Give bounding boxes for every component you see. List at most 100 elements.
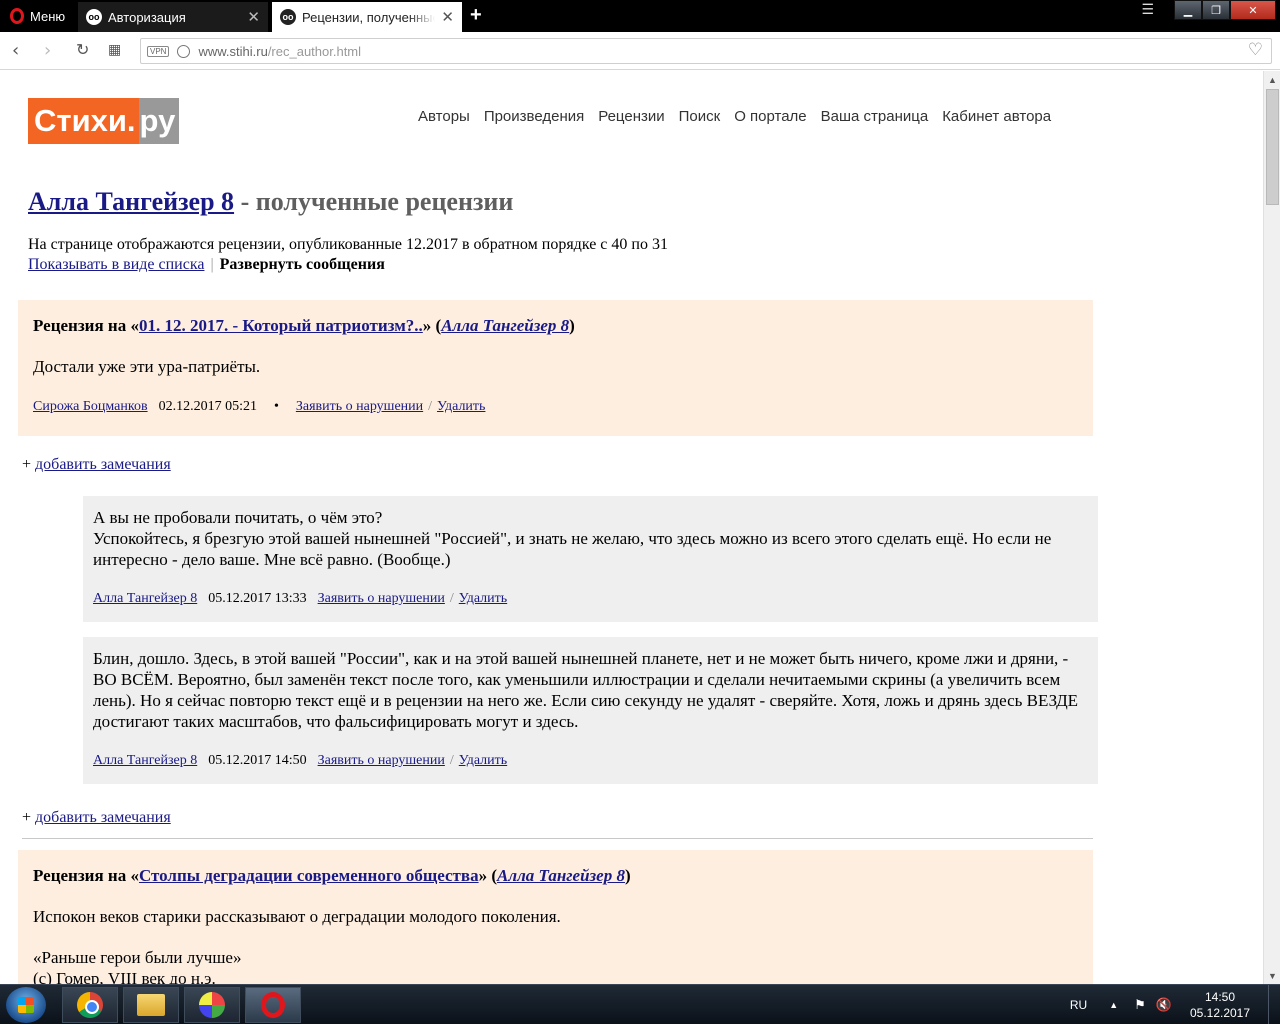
reply-text: А вы не пробовали почитать, о чём это? У… xyxy=(93,508,1052,569)
reply-author-link[interactable]: Алла Тангейзер 8 xyxy=(93,753,197,769)
work-author-link[interactable]: Алла Тангейзер 8 xyxy=(497,866,625,885)
report-link[interactable]: Заявить о нарушении xyxy=(318,753,445,769)
back-icon[interactable]: ‹ xyxy=(12,40,19,61)
work-link[interactable]: Столпы деградации современного общества xyxy=(139,866,479,885)
start-button[interactable] xyxy=(6,987,46,1023)
scroll-down-icon[interactable]: ▼ xyxy=(1264,967,1280,984)
separator: | xyxy=(210,256,214,273)
site-favicon-icon: oo xyxy=(86,9,102,25)
work-author-link[interactable]: Алла Тангейзер 8 xyxy=(441,316,569,335)
close-tab-icon[interactable]: ✕ xyxy=(247,8,260,26)
maximize-button[interactable]: ❐ xyxy=(1202,0,1230,20)
report-link[interactable]: Заявить о нарушении xyxy=(296,399,423,415)
reply-meta: Алла Тангейзер 8 05.12.2017 13:33 Заявит… xyxy=(93,591,1088,607)
reply-date: 05.12.2017 14:50 xyxy=(208,753,307,768)
page-description: На странице отображаются рецензии, опубл… xyxy=(28,236,668,253)
nav-works[interactable]: Произведения xyxy=(484,108,584,125)
action-center-flag-icon[interactable]: ⚑ xyxy=(1134,997,1146,1013)
opera-icon[interactable] xyxy=(245,987,301,1023)
reply-card: Блин, дошло. Здесь, в этой вашей "России… xyxy=(83,637,1098,784)
page-viewport: Стихи. ру Авторы Произведения Рецензии По… xyxy=(0,71,1263,984)
tab-reviews[interactable]: oo Рецензии, полученные автором ✕ xyxy=(272,2,462,32)
view-options: Показывать в виде списка | Развернуть со… xyxy=(28,256,385,274)
menu-label: Меню xyxy=(30,8,66,24)
work-link[interactable]: 01. 12. 2017. - Который патриотизм?.. xyxy=(139,316,423,335)
site-nav: Авторы Произведения Рецензии Поиск О пор… xyxy=(418,108,1051,125)
scroll-up-icon[interactable]: ▲ xyxy=(1264,71,1280,88)
reply-author-link[interactable]: Алла Тангейзер 8 xyxy=(93,591,197,607)
reply-text: Блин, дошло. Здесь, в этой вашей "России… xyxy=(93,649,1079,731)
report-link[interactable]: Заявить о нарушении xyxy=(318,591,445,607)
tab-authorization[interactable]: oo Авторизация ✕ xyxy=(78,2,268,32)
title-suffix: - полученные рецензии xyxy=(234,187,514,216)
speed-dial-icon[interactable]: ▦ xyxy=(108,42,121,58)
window-controls: ☰ ▁ ❐ ✕ xyxy=(1141,0,1276,20)
bullet: • xyxy=(273,399,279,414)
close-tab-icon[interactable]: ✕ xyxy=(441,8,454,26)
expand-messages-label: Развернуть сообщения xyxy=(219,256,385,273)
delete-link[interactable]: Удалить xyxy=(437,399,485,415)
review-card: Рецензия на «01. 12. 2017. - Который пат… xyxy=(18,300,1093,436)
language-indicator[interactable]: RU xyxy=(1070,998,1087,1012)
easy-setup-icon[interactable]: ☰ xyxy=(1141,2,1154,19)
site-logo[interactable]: Стихи. ру xyxy=(28,98,180,144)
page-title: Алла Тангейзер 8 - полученные рецензии xyxy=(28,187,513,217)
review-quote: «Раньше герои были лучше» (c) Гомер, VII… xyxy=(33,948,242,984)
review-heading: Рецензия на «01. 12. 2017. - Который пат… xyxy=(33,316,575,335)
nav-authors[interactable]: Авторы xyxy=(418,108,470,125)
close-window-button[interactable]: ✕ xyxy=(1230,0,1276,20)
scroll-thumb[interactable] xyxy=(1266,89,1279,205)
add-comment-link[interactable]: добавить замечания xyxy=(35,456,171,473)
nav-about[interactable]: О портале xyxy=(734,108,806,125)
reply-meta: Алла Тангейзер 8 05.12.2017 14:50 Заявит… xyxy=(93,753,1088,769)
tab-title: Рецензии, полученные автором xyxy=(302,9,436,25)
author-link[interactable]: Алла Тангейзер 8 xyxy=(28,187,234,216)
reply-date: 05.12.2017 13:33 xyxy=(208,591,307,606)
add-comment-row: + добавить замечания xyxy=(22,809,171,826)
reviewer-link[interactable]: Сирожа Боцманков xyxy=(33,399,148,415)
paint-icon[interactable] xyxy=(184,987,240,1023)
nav-search[interactable]: Поиск xyxy=(679,108,721,125)
add-comment-link[interactable]: добавить замечания xyxy=(35,809,171,826)
show-as-list-link[interactable]: Показывать в виде списка xyxy=(28,256,204,273)
globe-icon xyxy=(177,44,191,58)
slash: / xyxy=(449,753,454,768)
nav-reviews[interactable]: Рецензии xyxy=(598,108,664,125)
clock[interactable]: 14:50 05.12.2017 xyxy=(1182,989,1258,1021)
browser-menu-button[interactable]: Меню xyxy=(4,4,71,28)
review-text: Достали уже эти ура-патриёты. xyxy=(33,357,261,376)
minimize-button[interactable]: ▁ xyxy=(1174,0,1202,20)
system-tray: RU ▲ ⚑ 🔇 14:50 05.12.2017 xyxy=(1070,985,1280,1024)
review-date: 02.12.2017 05:21 xyxy=(158,399,257,414)
tab-title: Авторизация xyxy=(108,9,186,25)
vpn-badge[interactable]: VPN xyxy=(147,45,170,57)
review-card: Рецензия на «Столпы деградации современн… xyxy=(18,850,1093,984)
chrome-icon[interactable] xyxy=(62,987,118,1023)
page-scrollbar[interactable]: ▲ ▼ xyxy=(1263,71,1280,984)
nav-your-page[interactable]: Ваша страница xyxy=(821,108,929,125)
url-text: www.stihi.ru/rec_author.html xyxy=(198,43,362,59)
url-field[interactable]: VPN www.stihi.ru/rec_author.html ♡ xyxy=(140,38,1272,64)
review-text: Испокон веков старики рассказывают о дег… xyxy=(33,907,561,926)
taskbar: RU ▲ ⚑ 🔇 14:50 05.12.2017 xyxy=(0,984,1280,1024)
site-favicon-icon: oo xyxy=(280,9,296,25)
delete-link[interactable]: Удалить xyxy=(459,591,507,607)
plus-icon[interactable]: + xyxy=(470,4,482,27)
bookmark-heart-icon[interactable]: ♡ xyxy=(1248,40,1263,60)
show-desktop-button[interactable] xyxy=(1268,985,1280,1024)
review-meta: Сирожа Боцманков 02.12.2017 05:21 • Заяв… xyxy=(33,399,1078,415)
show-hidden-icons-icon[interactable]: ▲ xyxy=(1109,1000,1118,1010)
slash: / xyxy=(449,591,454,606)
forward-icon[interactable]: › xyxy=(44,40,51,61)
address-toolbar: ‹ › ↻ ▦ VPN www.stihi.ru/rec_author.html… xyxy=(0,32,1280,70)
nav-author-cabinet[interactable]: Кабинет автора xyxy=(942,108,1051,125)
delete-link[interactable]: Удалить xyxy=(459,753,507,769)
review-heading: Рецензия на «Столпы деградации современн… xyxy=(33,866,631,885)
divider xyxy=(22,838,1093,839)
explorer-icon[interactable] xyxy=(123,987,179,1023)
clock-date: 05.12.2017 xyxy=(1189,1006,1251,1020)
speaker-muted-icon[interactable]: 🔇 xyxy=(1156,997,1172,1013)
browser-tab-bar: Меню oo Авторизация ✕ oo Рецензии, получ… xyxy=(0,0,1280,32)
reload-icon[interactable]: ↻ xyxy=(76,40,89,59)
add-comment-row: + добавить замечания xyxy=(22,456,171,473)
